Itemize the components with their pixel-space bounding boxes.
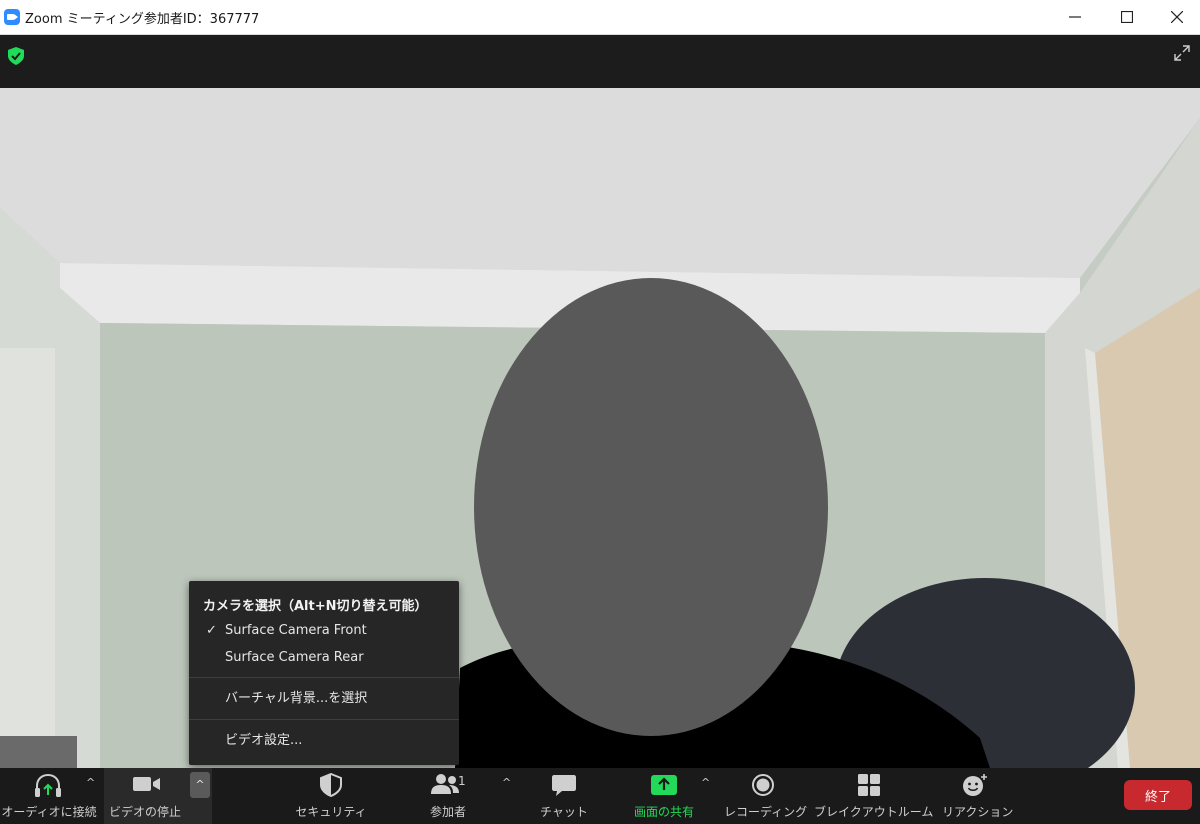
toolbar-label: リアクション — [942, 805, 1014, 819]
reaction-smiley-icon — [963, 774, 987, 796]
participants-options-chevron-up-icon[interactable]: ^ — [502, 776, 511, 789]
toolbar-label: ブレイクアウトルーム — [814, 805, 934, 819]
participants-count: 1 — [458, 774, 466, 788]
recording-button[interactable]: レコーディング — [724, 768, 808, 824]
reactions-button[interactable]: リアクション — [942, 768, 1014, 824]
maximize-icon — [1121, 11, 1133, 23]
encryption-shield-icon[interactable] — [8, 47, 24, 69]
participants-button[interactable]: 1 参加者 — [412, 768, 484, 824]
menu-item-camera-rear[interactable]: Surface Camera Rear — [189, 646, 459, 670]
meeting-top-bar — [0, 35, 1200, 88]
menu-divider — [189, 677, 459, 678]
chat-button[interactable]: チャット — [530, 768, 598, 824]
toolbar-label: セキュリティ — [295, 805, 367, 819]
end-meeting-button[interactable]: 終了 — [1124, 780, 1192, 810]
toolbar-label: レコーディング — [724, 805, 808, 819]
close-icon — [1171, 11, 1183, 23]
toolbar-label: チャット — [540, 805, 588, 819]
menu-divider — [189, 719, 459, 720]
chat-bubble-icon — [552, 775, 576, 796]
share-options-chevron-up-icon[interactable]: ^ — [701, 776, 710, 789]
security-shield-icon — [320, 773, 342, 797]
camera-select-menu: カメラを選択（Alt+N切り替え可能） ✓ Surface Camera Fro… — [189, 581, 459, 765]
menu-item-label: ビデオ設定... — [225, 733, 303, 748]
headphones-icon — [35, 773, 61, 797]
menu-item-camera-front[interactable]: ✓ Surface Camera Front — [189, 619, 459, 643]
window-title: Zoom ミーティング参加者ID：367777 — [25, 11, 260, 27]
close-button[interactable] — [1154, 0, 1200, 34]
fullscreen-icon[interactable] — [1174, 45, 1190, 65]
breakout-rooms-icon — [858, 774, 880, 796]
meeting-toolbar: オーディオに接続 ^ ビデオの停止 ^ セキュリティ 1 参加者 ^ チャット … — [0, 768, 1200, 824]
record-icon — [752, 774, 774, 796]
toolbar-label: 参加者 — [429, 805, 466, 819]
checkmark-icon: ✓ — [206, 623, 217, 638]
toolbar-label: 画面の共有 — [633, 805, 694, 819]
breakout-rooms-button[interactable]: ブレイクアウトルーム — [814, 768, 934, 824]
minimize-icon — [1069, 16, 1081, 18]
maximize-button[interactable] — [1104, 0, 1150, 34]
toolbar-label: ビデオの停止 — [108, 805, 181, 819]
share-screen-button[interactable]: 画面の共有 — [624, 768, 704, 824]
menu-item-label: Surface Camera Front — [225, 623, 367, 638]
menu-item-virtual-background[interactable]: バーチャル背景...を選択 — [189, 687, 459, 711]
menu-item-video-settings[interactable]: ビデオ設定... — [189, 729, 459, 753]
zoom-app-icon — [4, 9, 20, 25]
security-button[interactable]: セキュリティ — [290, 768, 372, 824]
menu-title: カメラを選択（Alt+N切り替え可能） — [203, 599, 428, 614]
video-options-chevron-up-icon[interactable]: ^ — [190, 772, 210, 798]
self-view-placeholder — [0, 736, 77, 768]
window-titlebar: Zoom ミーティング参加者ID：367777 — [0, 0, 1200, 35]
video-camera-icon — [133, 777, 160, 791]
menu-item-label: Surface Camera Rear — [225, 650, 364, 665]
participants-icon — [431, 774, 459, 794]
minimize-button[interactable] — [1052, 0, 1098, 34]
menu-item-label: バーチャル背景...を選択 — [225, 691, 368, 706]
video-feed — [0, 88, 1200, 768]
video-scene — [0, 88, 1200, 768]
share-screen-icon — [651, 775, 677, 795]
